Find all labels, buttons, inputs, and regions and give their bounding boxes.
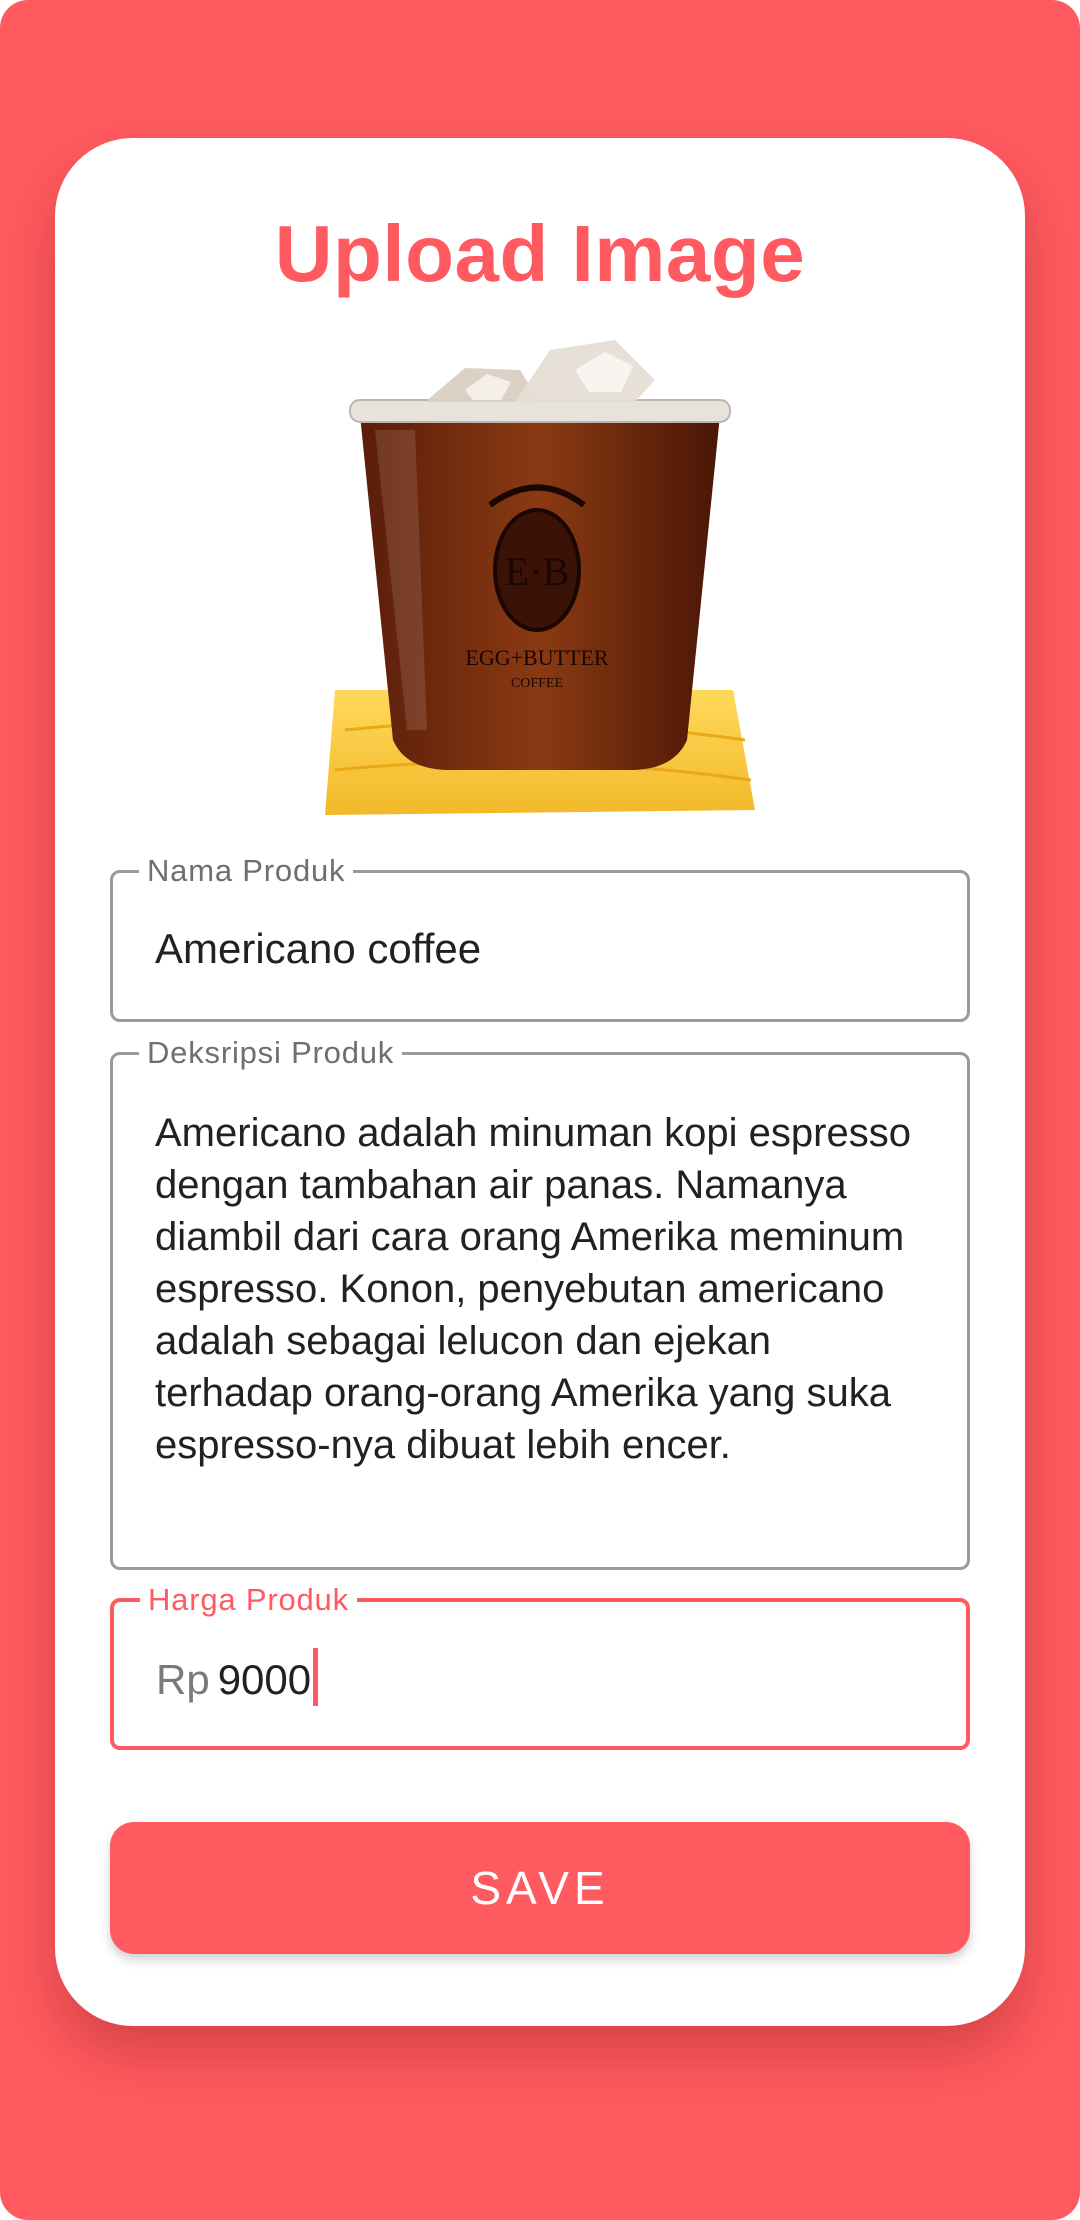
product-price-field[interactable]: Harga Produk Rp 9000 (110, 1582, 970, 1750)
product-price-input[interactable]: Rp 9000 (156, 1648, 932, 1706)
price-value: 9000 (217, 1656, 312, 1703)
text-cursor (313, 1648, 319, 1706)
currency-prefix: Rp (156, 1656, 210, 1703)
logo-text: E·B (505, 549, 569, 594)
product-description-input[interactable]: Americano adalah minuman kopi espresso d… (155, 1107, 937, 1471)
product-price-label: Harga Produk (140, 1582, 357, 1618)
cup-rim-shape (349, 399, 731, 423)
app-background: Upload Image E·B EGG+BUTTER COFFEE Nama … (0, 0, 1080, 2220)
product-name-input[interactable]: Americano coffee (155, 923, 933, 975)
brand-subtext: COFFEE (511, 676, 563, 691)
product-name-label: Nama Produk (139, 853, 354, 889)
product-image[interactable]: E·B EGG+BUTTER COFFEE (315, 330, 765, 826)
coffee-cup-illustration: E·B EGG+BUTTER COFFEE (325, 340, 755, 815)
product-description-label: Deksripsi Produk (139, 1035, 403, 1071)
brand-text: EGG+BUTTER (465, 645, 608, 670)
page-title: Upload Image (274, 209, 806, 298)
save-button[interactable]: SAVE (110, 1822, 970, 1954)
product-name-field[interactable]: Nama Produk Americano coffee (110, 853, 970, 1022)
product-description-field[interactable]: Deksripsi Produk Americano adalah minuma… (110, 1035, 970, 1570)
